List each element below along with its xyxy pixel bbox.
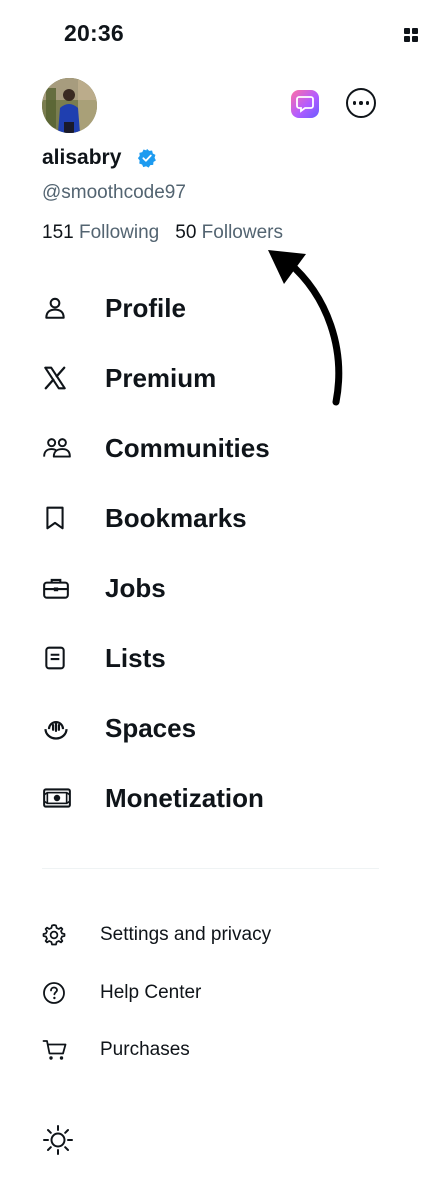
section-divider bbox=[42, 868, 379, 869]
more-dot bbox=[365, 101, 370, 105]
more-dot bbox=[352, 101, 357, 105]
more-options-button[interactable] bbox=[346, 88, 376, 118]
avatar-photo bbox=[42, 78, 97, 133]
control-center-icon bbox=[404, 28, 418, 44]
sub-item-label: Settings and privacy bbox=[100, 924, 272, 945]
nav-item-spaces[interactable]: Spaces bbox=[42, 706, 382, 750]
display-theme-toggle[interactable] bbox=[42, 1124, 74, 1156]
nav-label: Profile bbox=[105, 292, 186, 323]
nav-label: Communities bbox=[105, 432, 270, 463]
status-time: 20:36 bbox=[64, 20, 124, 46]
bookmark-icon bbox=[42, 503, 72, 533]
nav-item-jobs[interactable]: Jobs bbox=[42, 566, 382, 610]
sub-item-label: Purchases bbox=[100, 1039, 190, 1060]
profile-handle: @smoothcode97 bbox=[42, 182, 186, 203]
gear-icon bbox=[42, 922, 68, 948]
sun-icon bbox=[43, 1125, 73, 1155]
nav-item-communities[interactable]: Communities bbox=[42, 426, 382, 470]
nav-item-lists[interactable]: Lists bbox=[42, 636, 382, 680]
nav-label: Spaces bbox=[105, 712, 197, 743]
purchases-item[interactable]: Purchases bbox=[42, 1032, 382, 1068]
list-icon bbox=[42, 643, 72, 673]
money-icon bbox=[42, 783, 72, 813]
nav-label: Jobs bbox=[105, 572, 166, 603]
nav-item-premium[interactable]: Premium bbox=[42, 356, 382, 400]
following-count: 151 bbox=[42, 222, 74, 243]
nav-item-bookmarks[interactable]: Bookmarks bbox=[42, 496, 382, 540]
help-center-item[interactable]: Help Center bbox=[42, 975, 382, 1011]
following-link[interactable]: 151 Following bbox=[42, 222, 159, 243]
communities-icon bbox=[42, 433, 72, 463]
followers-count: 50 bbox=[175, 222, 197, 243]
nav-label: Lists bbox=[105, 642, 166, 673]
nav-label: Monetization bbox=[105, 782, 264, 813]
nav-label: Premium bbox=[105, 362, 217, 393]
briefcase-icon bbox=[42, 573, 72, 603]
nav-label: Bookmarks bbox=[105, 502, 247, 533]
more-dot bbox=[359, 101, 363, 105]
person-icon bbox=[42, 293, 72, 323]
chat-app-icon[interactable] bbox=[291, 90, 319, 118]
settings-and-privacy-item[interactable]: Settings and privacy bbox=[42, 917, 382, 953]
speech-bubble-icon bbox=[296, 96, 314, 113]
nav-item-monetization[interactable]: Monetization bbox=[42, 776, 382, 820]
help-icon bbox=[42, 980, 68, 1006]
spaces-icon bbox=[42, 713, 72, 743]
follow-stats: 151 Following 50 Followers bbox=[42, 222, 283, 244]
verified-badge-icon bbox=[137, 148, 156, 168]
avatar[interactable] bbox=[42, 78, 97, 133]
following-label: Following bbox=[78, 222, 160, 243]
display-name[interactable]: alisabry bbox=[42, 146, 121, 170]
nav-item-profile[interactable]: Profile bbox=[42, 286, 382, 330]
x-logo-icon bbox=[42, 363, 72, 393]
sub-item-label: Help Center bbox=[100, 982, 202, 1003]
cart-icon bbox=[42, 1037, 68, 1063]
